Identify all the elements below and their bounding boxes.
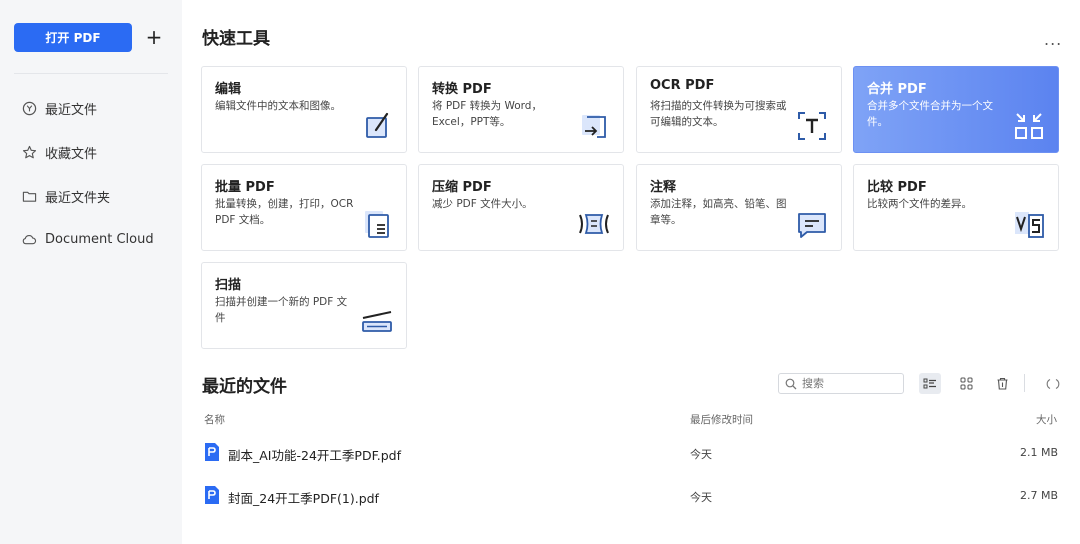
file-size: 2.7 MB [1019,489,1058,502]
list-view-icon [923,378,936,388]
grid-view-button[interactable] [955,373,977,394]
recent-clock-icon [20,99,38,117]
file-size: 2.1 MB [1019,446,1058,459]
ocr-icon [798,112,826,140]
merge-icon [1015,113,1043,139]
pdf-file-icon [205,486,219,504]
tool-card-title: 合并 PDF [867,82,927,97]
folder-icon [20,187,38,205]
search-icon [785,378,797,389]
tool-card-desc: 添加注释，如高亮、铅笔、图章等。 [650,198,787,226]
sidebar-item-recent-folders[interactable]: 最近文件夹 [20,184,110,208]
batch-icon [365,211,389,238]
tool-card-desc: 编辑文件中的文本和图像。 [215,100,341,112]
refresh-icon [1046,378,1060,389]
sidebar-item-recent-files[interactable]: 最近文件 [20,96,97,120]
sidebar-item-label: 最近文件 [45,102,98,118]
tool-card-title: 压缩 PDF [432,180,492,195]
file-name: 封面_24开工季PDF(1).pdf [228,491,379,506]
comment-icon [798,213,826,238]
delete-button[interactable] [991,373,1013,394]
column-header-modified[interactable]: 最后修改时间 [690,412,753,427]
tool-card-title: 注释 [650,180,677,195]
compare-icon [1015,212,1044,238]
tool-card-title: 转换 PDF [432,82,492,97]
file-modified: 今天 [690,491,712,504]
column-header-name[interactable]: 名称 [204,412,225,427]
tool-card-comment[interactable]: 注释 添加注释，如高亮、铅笔、图章等。 [636,164,842,251]
tool-card-convert[interactable]: 转换 PDF 将 PDF 转换为 Word，Excel，PPT等。 [418,66,624,153]
quick-tools-title: 快速工具 [202,29,270,49]
add-button[interactable]: + [143,26,165,48]
tool-card-merge[interactable]: 合并 PDF 合并多个文件合并为一个文件。 [853,66,1059,153]
toolbar-divider [1024,374,1025,392]
cloud-icon [20,230,38,248]
column-header-size[interactable]: 大小 [1036,412,1057,427]
tool-card-title: OCR PDF [650,78,715,93]
pdf-file-icon [205,443,219,461]
scan-icon [362,311,392,332]
recent-files-title: 最近的文件 [202,377,287,397]
star-icon [20,143,38,161]
tool-card-desc: 将 PDF 转换为 Word，Excel，PPT等。 [432,100,542,128]
convert-icon [582,115,606,138]
open-pdf-button[interactable]: 打开 PDF [14,23,132,52]
tool-card-desc: 批量转换，创建，打印，OCR PDF 文档。 [215,198,354,226]
tool-card-compress[interactable]: 压缩 PDF 减少 PDF 文件大小。 [418,164,624,251]
sidebar: 打开 PDF + 最近文件 收藏文件 最近文件夹 Document Cloud [0,0,182,544]
grid-view-icon [960,377,972,390]
list-view-button[interactable] [919,373,941,394]
tool-card-title: 扫描 [215,278,242,293]
tool-card-desc: 减少 PDF 文件大小。 [432,198,533,210]
tool-card-desc: 比较两个文件的差异。 [867,198,972,210]
trash-icon [997,377,1007,390]
tool-card-desc: 将扫描的文件转换为可搜索或可编辑的文本。 [650,100,787,128]
tool-card-desc: 扫描并创建一个新的 PDF 文件 [215,296,348,324]
tool-card-title: 批量 PDF [215,180,275,195]
file-name: 副本_AI功能-24开工季PDF.pdf [228,448,401,463]
tool-card-compare[interactable]: 比较 PDF 比较两个文件的差异。 [853,164,1059,251]
sidebar-item-label: 收藏文件 [45,146,98,162]
edit-icon [366,112,389,138]
tool-card-ocr[interactable]: OCR PDF 将扫描的文件转换为可搜索或可编辑的文本。 [636,66,842,153]
file-modified: 今天 [690,448,712,461]
search-field[interactable] [802,377,892,390]
tool-card-batch[interactable]: 批量 PDF 批量转换，创建，打印，OCR PDF 文档。 [201,164,407,251]
tool-card-scan[interactable]: 扫描 扫描并创建一个新的 PDF 文件 [201,262,407,349]
sidebar-divider [14,73,168,74]
table-row[interactable]: 封面_24开工季PDF(1).pdf 今天 2.7 MB [202,480,1060,512]
tool-card-title: 编辑 [215,82,242,97]
sidebar-item-label: Document Cloud [45,231,154,247]
tool-card-title: 比较 PDF [867,180,927,195]
tool-card-edit[interactable]: 编辑 编辑文件中的文本和图像。 [201,66,407,153]
sidebar-item-label: 最近文件夹 [45,190,111,206]
tool-card-desc: 合并多个文件合并为一个文件。 [867,100,993,128]
sidebar-item-document-cloud[interactable]: Document Cloud [20,227,154,251]
refresh-button[interactable] [1042,373,1064,394]
more-options-button[interactable]: ... [1044,30,1062,49]
sidebar-item-favorites[interactable]: 收藏文件 [20,140,97,164]
search-input[interactable] [778,373,904,394]
table-row[interactable]: 副本_AI功能-24开工季PDF.pdf 今天 2.1 MB [202,437,1060,469]
compress-icon [579,214,609,234]
